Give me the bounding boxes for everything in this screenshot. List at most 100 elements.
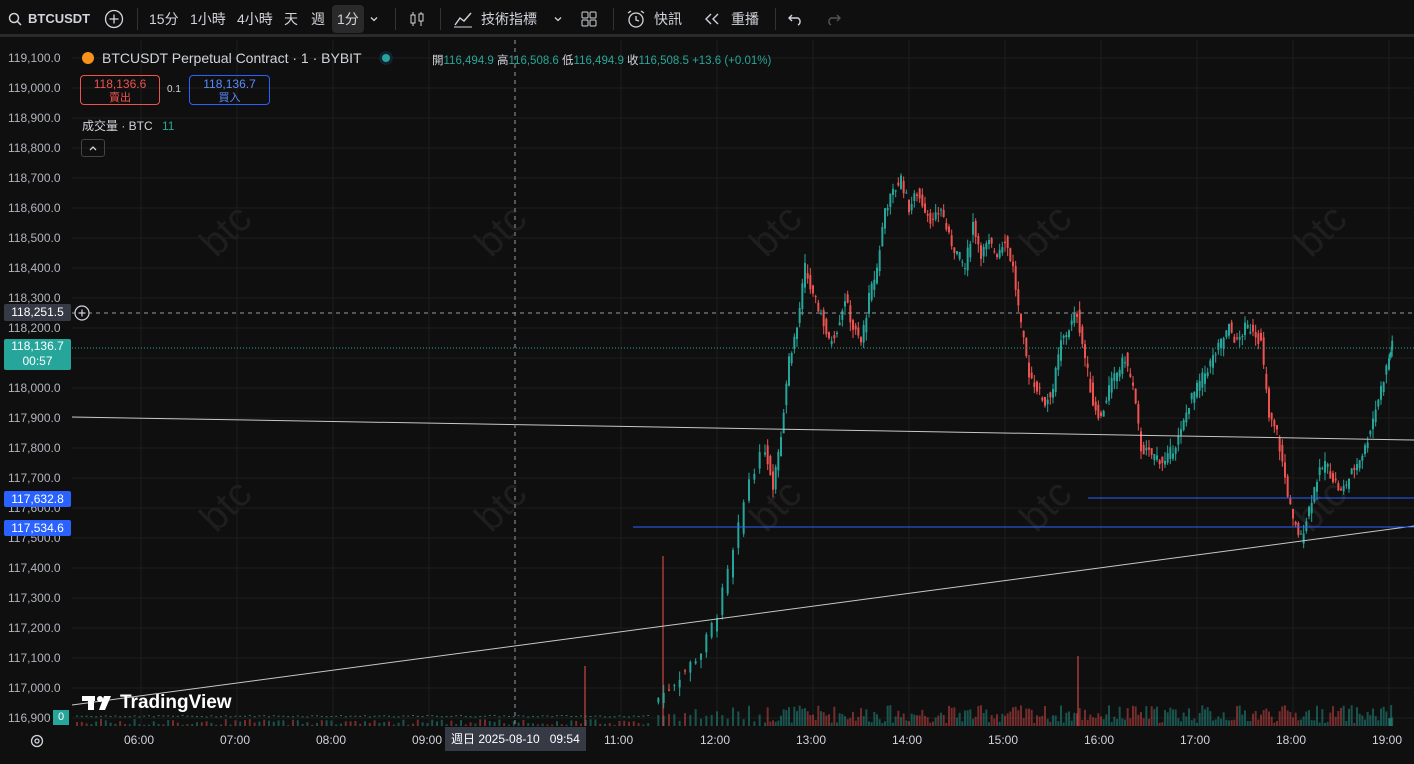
order-level-tag[interactable]: 117,534.6	[4, 520, 71, 536]
volume-bar	[1278, 711, 1281, 726]
candle-body	[998, 249, 1001, 258]
separator	[613, 8, 614, 30]
candle-body	[1284, 462, 1286, 478]
candle-body	[1012, 261, 1014, 267]
candle-body	[1084, 344, 1086, 359]
candle-body	[512, 716, 515, 718]
candle-body	[632, 715, 635, 717]
replay-button[interactable]: 重播	[703, 0, 759, 37]
candle-body	[737, 522, 740, 548]
collapse-legend-button[interactable]	[81, 139, 105, 157]
volume-bar	[1316, 705, 1318, 726]
price-chart[interactable]: btc btc btc btc btcbtc btc btc btc btc	[0, 40, 1414, 726]
separator	[440, 8, 441, 30]
indicators-button[interactable]: 技術指標	[453, 0, 537, 37]
candle-body	[464, 716, 467, 718]
buy-button[interactable]: 118,136.7 買入	[189, 75, 270, 105]
candle-body	[143, 715, 146, 717]
volume-bar	[689, 714, 692, 726]
chart-type-button[interactable]	[408, 0, 426, 37]
candle-body	[1180, 429, 1182, 436]
sell-button[interactable]: 118,136.6 賣出	[80, 75, 160, 105]
candle-body	[1076, 313, 1078, 317]
watermark-text: btc	[1286, 196, 1355, 265]
timeframe-4h[interactable]: 4小時	[237, 0, 273, 37]
candle-body	[1348, 478, 1350, 489]
volume-bar	[1286, 710, 1289, 726]
tradingview-logo-icon	[82, 696, 111, 710]
separator	[137, 8, 138, 30]
candle-body	[258, 715, 261, 717]
candle-body	[1014, 266, 1017, 290]
candle-body	[684, 670, 686, 672]
volume-bar	[1369, 715, 1372, 726]
watermark-text: btc	[191, 196, 260, 265]
volume-bar	[1380, 708, 1382, 726]
candle-body	[455, 715, 458, 717]
volume-bar	[1089, 714, 1092, 726]
volume-bar	[1036, 715, 1038, 726]
timeframe-dropdown[interactable]	[368, 0, 380, 37]
alert-button[interactable]: 快訊	[626, 0, 682, 37]
symbol-search[interactable]: BTCUSDT	[8, 0, 90, 37]
compare-button[interactable]	[104, 0, 124, 37]
candle-body	[1068, 330, 1070, 338]
volume-bar	[1337, 710, 1340, 726]
tradingview-logo[interactable]: TradingView	[82, 692, 232, 714]
settings-button[interactable]	[29, 733, 45, 754]
candle-body	[1070, 320, 1073, 325]
timeframe-1m-active[interactable]: 1分	[332, 0, 364, 37]
candle-body	[1297, 523, 1300, 536]
indicators-dropdown[interactable]	[552, 0, 564, 37]
candle-body	[1188, 407, 1190, 414]
candle-body	[705, 634, 708, 653]
volume-bar	[100, 719, 102, 726]
candle-body	[1057, 354, 1060, 370]
candle-body	[124, 716, 126, 718]
drawings	[71, 40, 1414, 726]
timeframe-15m[interactable]: 15分	[149, 0, 179, 37]
candle-body	[450, 715, 453, 717]
volume-bar	[726, 718, 729, 726]
candle-body	[623, 716, 626, 718]
volume-bar	[1060, 705, 1062, 726]
candle-body	[1342, 485, 1345, 492]
candle-body	[1332, 473, 1334, 483]
volume-bar	[1340, 707, 1342, 726]
timeframe-label: 4小時	[237, 10, 273, 27]
volume-legend-label: 成交量 · BTC	[82, 119, 153, 133]
undo-icon	[788, 14, 801, 26]
volume-bar	[1094, 717, 1097, 726]
layout-button[interactable]	[580, 0, 598, 37]
volume-bar	[1052, 715, 1054, 726]
candle-body	[320, 715, 323, 717]
candle-body	[1172, 453, 1174, 459]
candle-body	[1278, 437, 1281, 452]
candle-body	[1249, 331, 1252, 334]
candle-body	[1108, 385, 1110, 401]
candle-body	[694, 661, 697, 664]
candle-body	[782, 412, 785, 434]
volume-bar	[1030, 709, 1033, 726]
candle-body	[1062, 335, 1065, 338]
candles	[76, 173, 1394, 718]
candle-body	[769, 456, 772, 476]
candle-body	[1252, 324, 1254, 332]
timeframe-label: 1分	[332, 4, 364, 33]
redo-button[interactable]	[824, 0, 842, 37]
timeframe-day[interactable]: 天	[284, 0, 298, 37]
undo-button[interactable]	[787, 0, 805, 37]
volume-bar	[1372, 708, 1374, 726]
volume-bar	[1108, 705, 1110, 726]
timeframe-week[interactable]: 週	[311, 0, 325, 37]
add-alert-plus-button[interactable]	[74, 305, 90, 326]
watermark-text: btc	[741, 196, 810, 265]
candle-body	[1220, 339, 1222, 348]
volume-bar	[1350, 705, 1353, 726]
candle-body	[865, 317, 868, 333]
candle-body	[1385, 365, 1388, 375]
last-price-value: 118,136.7	[11, 339, 64, 353]
timeframe-1h[interactable]: 1小時	[190, 0, 226, 37]
order-level-tag[interactable]: 117,632.8	[4, 491, 71, 507]
candle-body	[958, 252, 961, 259]
